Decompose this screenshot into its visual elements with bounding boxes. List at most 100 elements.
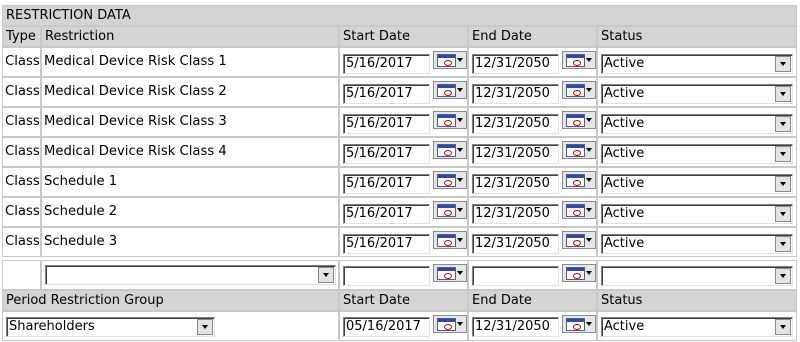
end-date-value: 12/31/2050 — [475, 206, 550, 221]
status-select[interactable]: Active — [601, 84, 793, 104]
start-date-input[interactable]: 5/16/2017 — [343, 234, 430, 254]
status-select[interactable]: Active — [601, 234, 793, 254]
calendar-icon[interactable] — [562, 81, 596, 99]
row-end-cell: 12/31/2050 — [468, 47, 597, 77]
start-date-value: 5/16/2017 — [346, 86, 413, 101]
calendar-icon[interactable] — [562, 201, 596, 219]
start-date-input[interactable]: 5/16/2017 — [343, 144, 430, 164]
end-date-input[interactable]: 12/31/2050 — [472, 174, 559, 194]
calendar-icon[interactable] — [562, 264, 596, 282]
row-start-cell: 5/16/2017 — [339, 137, 468, 167]
chevron-down-icon[interactable] — [775, 319, 791, 335]
chevron-down-icon[interactable] — [775, 268, 791, 284]
calendar-icon[interactable] — [562, 231, 596, 249]
period-end-date-input[interactable]: 12/31/2050 — [472, 317, 559, 337]
status-value: Active — [604, 56, 645, 71]
row-status-cell: Active — [597, 167, 797, 197]
period-status-value: Active — [604, 319, 645, 334]
status-select[interactable]: Active — [601, 54, 793, 74]
status-select[interactable]: Active — [601, 144, 793, 164]
status-select[interactable]: Active — [601, 114, 793, 134]
calendar-icon[interactable] — [433, 111, 467, 129]
calendar-icon[interactable] — [562, 51, 596, 69]
new-restriction-select[interactable] — [45, 265, 336, 285]
calendar-icon[interactable] — [433, 141, 467, 159]
calendar-icon[interactable] — [433, 264, 467, 282]
chevron-down-icon[interactable] — [775, 116, 791, 132]
period-status-cell: Active — [597, 311, 797, 341]
row-restriction: Schedule 3 — [41, 227, 339, 257]
row-restriction: Medical Device Risk Class 4 — [41, 137, 339, 167]
period-start-date-input[interactable]: 05/16/2017 — [343, 317, 430, 337]
start-date-input[interactable]: 5/16/2017 — [343, 84, 430, 104]
period-end-date-header: End Date — [468, 290, 597, 311]
calendar-icon[interactable] — [433, 171, 467, 189]
period-group-select[interactable]: Shareholders — [6, 317, 215, 337]
row-type: Class — [2, 197, 41, 227]
start-date-value: 5/16/2017 — [346, 116, 413, 131]
period-start-date-header: Start Date — [339, 290, 468, 311]
calendar-icon[interactable] — [433, 231, 467, 249]
chevron-down-icon[interactable] — [775, 236, 791, 252]
period-start-date-value: 05/16/2017 — [346, 319, 421, 334]
status-select[interactable]: Active — [601, 174, 793, 194]
row-restriction: Medical Device Risk Class 1 — [41, 47, 339, 77]
status-value: Active — [604, 116, 645, 131]
calendar-icon[interactable] — [562, 111, 596, 129]
row-type: Class — [2, 167, 41, 197]
chevron-down-icon[interactable] — [318, 267, 334, 283]
row-status-cell: Active — [597, 107, 797, 137]
new-start-date-input[interactable] — [343, 266, 430, 286]
end-date-input[interactable]: 12/31/2050 — [472, 84, 559, 104]
new-row-status-cell — [597, 260, 797, 290]
period-start-cell: 05/16/2017 — [339, 311, 468, 341]
chevron-down-icon[interactable] — [775, 146, 791, 162]
end-date-input[interactable]: 12/31/2050 — [472, 144, 559, 164]
status-value: Active — [604, 86, 645, 101]
period-group-value: Shareholders — [9, 319, 95, 334]
end-date-input[interactable]: 12/31/2050 — [472, 204, 559, 224]
start-date-value: 5/16/2017 — [346, 176, 413, 191]
start-date-input[interactable]: 5/16/2017 — [343, 54, 430, 74]
row-end-cell: 12/31/2050 — [468, 137, 597, 167]
chevron-down-icon[interactable] — [775, 176, 791, 192]
row-end-cell: 12/31/2050 — [468, 77, 597, 107]
row-type: Class — [2, 47, 41, 77]
period-status-select[interactable]: Active — [601, 317, 793, 337]
row-type: Class — [2, 137, 41, 167]
chevron-down-icon[interactable] — [197, 319, 213, 335]
new-status-select[interactable] — [601, 266, 793, 286]
start-date-value: 5/16/2017 — [346, 56, 413, 71]
calendar-icon[interactable] — [433, 201, 467, 219]
period-group-cell: Shareholders — [2, 311, 339, 341]
calendar-icon[interactable] — [433, 81, 467, 99]
chevron-down-icon[interactable] — [775, 56, 791, 72]
row-end-cell: 12/31/2050 — [468, 197, 597, 227]
start-date-input[interactable]: 5/16/2017 — [343, 204, 430, 224]
row-end-cell: 12/31/2050 — [468, 167, 597, 197]
end-date-input[interactable]: 12/31/2050 — [472, 114, 559, 134]
row-type: Class — [2, 227, 41, 257]
calendar-icon[interactable] — [562, 141, 596, 159]
row-start-cell: 5/16/2017 — [339, 47, 468, 77]
chevron-down-icon[interactable] — [775, 206, 791, 222]
period-end-date-value: 12/31/2050 — [475, 319, 550, 334]
calendar-icon[interactable] — [433, 51, 467, 69]
chevron-down-icon[interactable] — [775, 86, 791, 102]
start-date-input[interactable]: 5/16/2017 — [343, 174, 430, 194]
row-restriction: Medical Device Risk Class 2 — [41, 77, 339, 107]
row-status-cell: Active — [597, 47, 797, 77]
end-date-input[interactable]: 12/31/2050 — [472, 54, 559, 74]
new-row-type-cell — [2, 260, 41, 290]
calendar-icon[interactable] — [562, 315, 596, 333]
status-select[interactable]: Active — [601, 204, 793, 224]
row-type: Class — [2, 107, 41, 137]
new-row-start-cell — [339, 260, 468, 290]
calendar-icon[interactable] — [562, 171, 596, 189]
new-end-date-input[interactable] — [472, 266, 559, 286]
start-date-input[interactable]: 5/16/2017 — [343, 114, 430, 134]
period-restriction-group-header: Period Restriction Group — [2, 290, 339, 311]
end-date-input[interactable]: 12/31/2050 — [472, 234, 559, 254]
calendar-icon[interactable] — [433, 315, 467, 333]
restriction-data-panel: RESTRICTION DATA Type Restriction Start … — [0, 0, 800, 342]
